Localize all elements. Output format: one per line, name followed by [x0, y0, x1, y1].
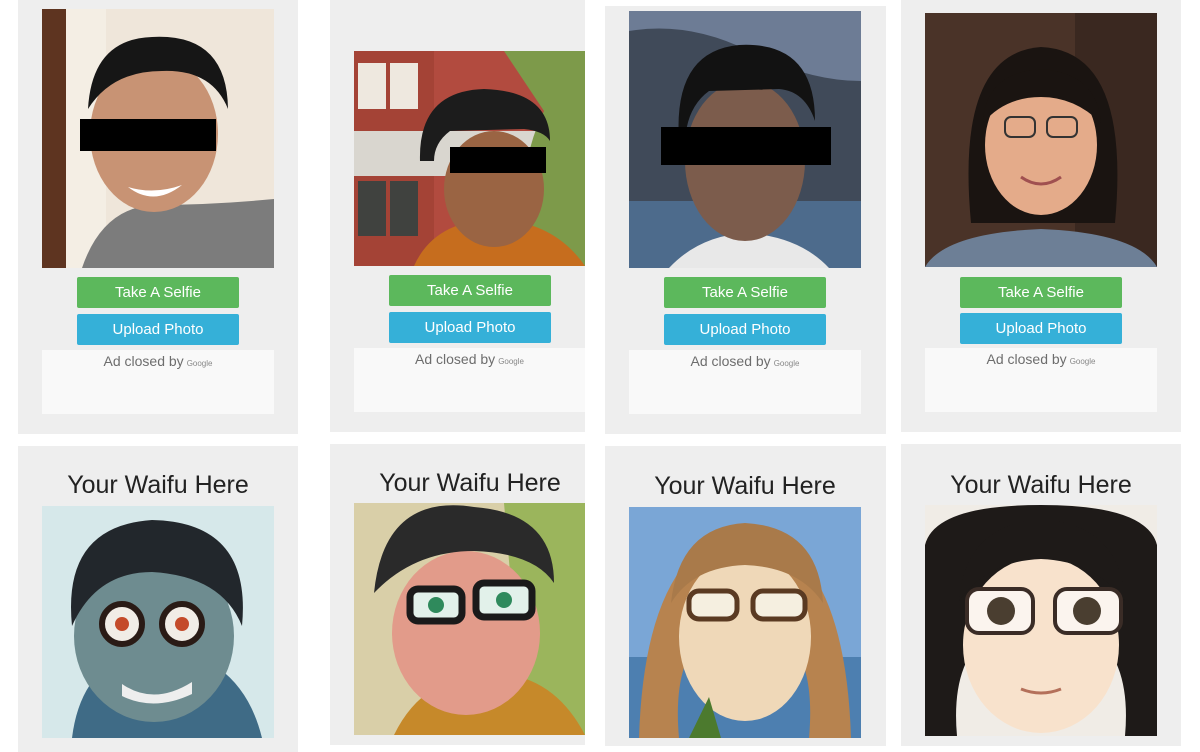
upload-photo-button[interactable]: Upload Photo	[664, 314, 826, 345]
google-logo: Google	[1069, 357, 1096, 366]
upload-photo-button[interactable]: Upload Photo	[960, 313, 1122, 344]
ad-closed-text: Ad closed by	[415, 351, 496, 367]
result-title: Your Waifu Here	[67, 471, 249, 499]
google-logo: Google	[773, 359, 800, 368]
result-card-4: Your Waifu Here	[901, 444, 1181, 746]
result-card-1: Your Waifu Here	[18, 446, 298, 752]
anime-portrait-1	[42, 506, 274, 738]
result-card-2: Your Waifu Here	[330, 444, 585, 745]
ad-closed-notice: Ad closed by Google	[925, 348, 1157, 412]
upload-card-3: Take A Selfie Upload Photo Ad closed by G…	[605, 6, 886, 434]
upload-photo-button[interactable]: Upload Photo	[389, 312, 551, 343]
user-photo-3	[629, 11, 861, 268]
result-title: Your Waifu Here	[379, 469, 561, 497]
ad-closed-text: Ad closed by	[103, 353, 184, 369]
anime-portrait-3	[629, 507, 861, 738]
ad-closed-text: Ad closed by	[986, 351, 1067, 367]
user-photo-2	[354, 51, 585, 266]
take-selfie-button[interactable]: Take A Selfie	[960, 277, 1122, 308]
upload-card-2: Take A Selfie Upload Photo Ad closed by G…	[330, 0, 585, 432]
result-title: Your Waifu Here	[654, 472, 836, 500]
ad-closed-notice: Ad closed by Google	[354, 348, 585, 412]
anime-portrait-4	[925, 505, 1157, 736]
google-logo: Google	[498, 357, 524, 366]
upload-card-1: Take A Selfie Upload Photo Ad closed by G…	[18, 0, 298, 434]
user-photo-4	[925, 13, 1157, 267]
user-photo-1	[42, 9, 274, 268]
ad-closed-notice: Ad closed by Google	[42, 350, 274, 414]
google-logo: Google	[186, 359, 213, 368]
take-selfie-button[interactable]: Take A Selfie	[664, 277, 826, 308]
anime-portrait-2	[354, 503, 585, 735]
upload-photo-button[interactable]: Upload Photo	[77, 314, 239, 345]
result-card-3: Your Waifu Here	[605, 446, 886, 746]
take-selfie-button[interactable]: Take A Selfie	[389, 275, 551, 306]
upload-card-4: Take A Selfie Upload Photo Ad closed by G…	[901, 0, 1181, 432]
take-selfie-button[interactable]: Take A Selfie	[77, 277, 239, 308]
ad-closed-notice: Ad closed by Google	[629, 350, 861, 414]
ad-closed-text: Ad closed by	[690, 353, 771, 369]
result-title: Your Waifu Here	[950, 471, 1132, 499]
